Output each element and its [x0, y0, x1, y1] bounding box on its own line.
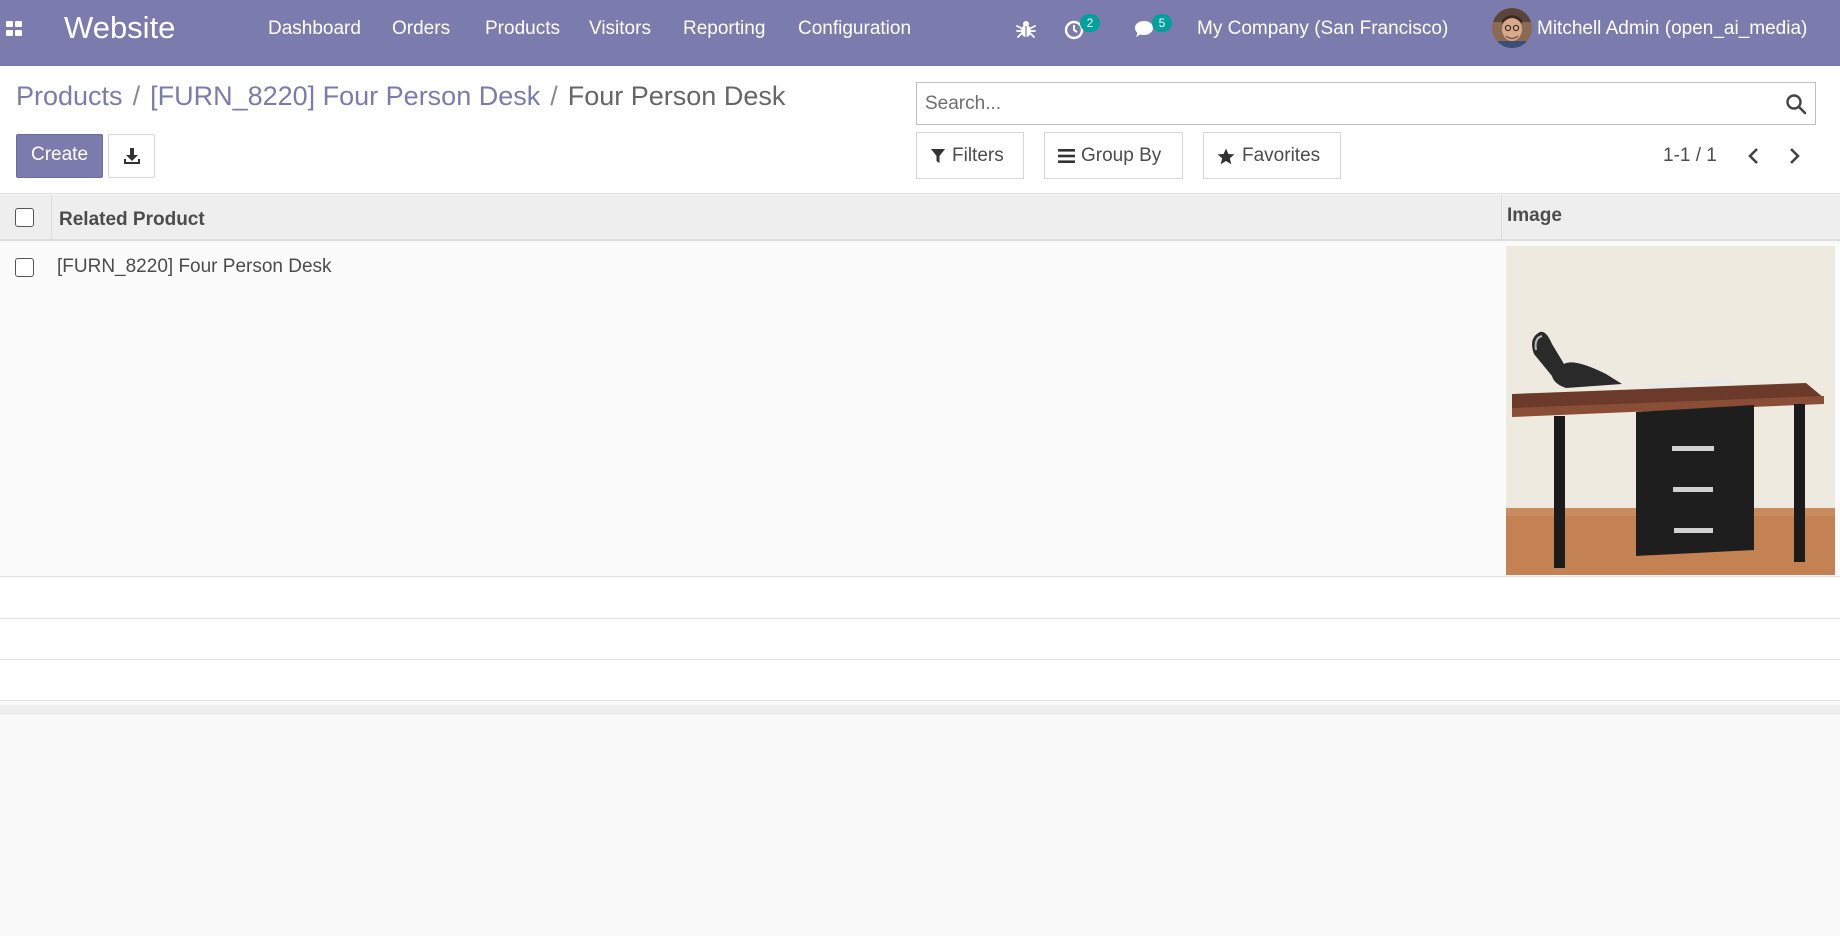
chevron-left-icon[interactable]: [1742, 144, 1766, 168]
filters-button[interactable]: Filters: [916, 132, 1024, 179]
filters-label: Filters: [952, 145, 1004, 166]
menu-reporting[interactable]: Reporting: [683, 17, 765, 41]
bars-icon: [1058, 149, 1075, 163]
empty-row: [0, 619, 1840, 660]
apps-grid-icon[interactable]: [6, 20, 26, 40]
column-header-related-product[interactable]: Related Product: [59, 208, 205, 232]
empty-row: [0, 578, 1840, 619]
menu-configuration[interactable]: Configuration: [798, 17, 911, 41]
user-avatar[interactable]: [1492, 8, 1532, 48]
search-box: [916, 82, 1816, 125]
breadcrumb-current: Four Person Desk: [567, 81, 786, 111]
related-product-cell[interactable]: [FURN_8220] Four Person Desk: [57, 255, 332, 279]
app-brand[interactable]: Website: [64, 8, 175, 48]
breadcrumb-separator: /: [550, 81, 558, 111]
company-switcher[interactable]: My Company (San Francisco): [1197, 17, 1448, 41]
row-checkbox[interactable]: [15, 258, 34, 277]
bug-icon[interactable]: [1013, 16, 1039, 42]
chevron-right-icon[interactable]: [1782, 144, 1806, 168]
select-all-checkbox[interactable]: [15, 208, 34, 227]
favorites-label: Favorites: [1242, 145, 1321, 166]
column-divider: [1501, 195, 1502, 241]
column-header-image[interactable]: Image: [1507, 204, 1562, 228]
activities-badge: 2: [1080, 14, 1100, 32]
menu-products[interactable]: Products: [485, 17, 560, 41]
table-row[interactable]: [FURN_8220] Four Person Desk: [0, 243, 1840, 577]
table-header: Related Product Image: [0, 195, 1840, 241]
top-navbar: Website Dashboard Orders Products Visito…: [0, 0, 1840, 66]
search-icon[interactable]: [1785, 93, 1807, 115]
menu-orders[interactable]: Orders: [392, 17, 450, 41]
star-icon: [1217, 148, 1235, 165]
product-image: [1506, 246, 1835, 575]
menu-dashboard[interactable]: Dashboard: [268, 17, 361, 41]
breadcrumb-separator: /: [132, 81, 141, 111]
breadcrumb: Products / [FURN_8220] Four Person Desk / Fo…: [16, 80, 785, 112]
menu-visitors[interactable]: Visitors: [589, 17, 651, 41]
download-icon: [124, 148, 140, 164]
breadcrumb-item-products[interactable]: Products: [16, 81, 123, 111]
group-by-label: Group By: [1081, 145, 1162, 166]
breadcrumb-item-product[interactable]: [FURN_8220] Four Person Desk: [150, 81, 540, 111]
search-input[interactable]: [925, 88, 1785, 120]
filter-icon: [931, 149, 945, 163]
empty-row: [0, 660, 1840, 701]
group-by-button[interactable]: Group By: [1044, 132, 1183, 179]
column-divider: [51, 195, 52, 241]
download-button[interactable]: [108, 134, 155, 178]
messages-badge: 5: [1152, 14, 1172, 32]
table-footer: [0, 705, 1840, 715]
create-button[interactable]: Create: [16, 134, 103, 178]
favorites-button[interactable]: Favorites: [1203, 132, 1341, 179]
control-panel: Products / [FURN_8220] Four Person Desk / Fo…: [0, 66, 1840, 194]
user-menu[interactable]: Mitchell Admin (open_ai_media): [1537, 17, 1807, 41]
pager-value[interactable]: 1-1 / 1: [1663, 144, 1717, 168]
